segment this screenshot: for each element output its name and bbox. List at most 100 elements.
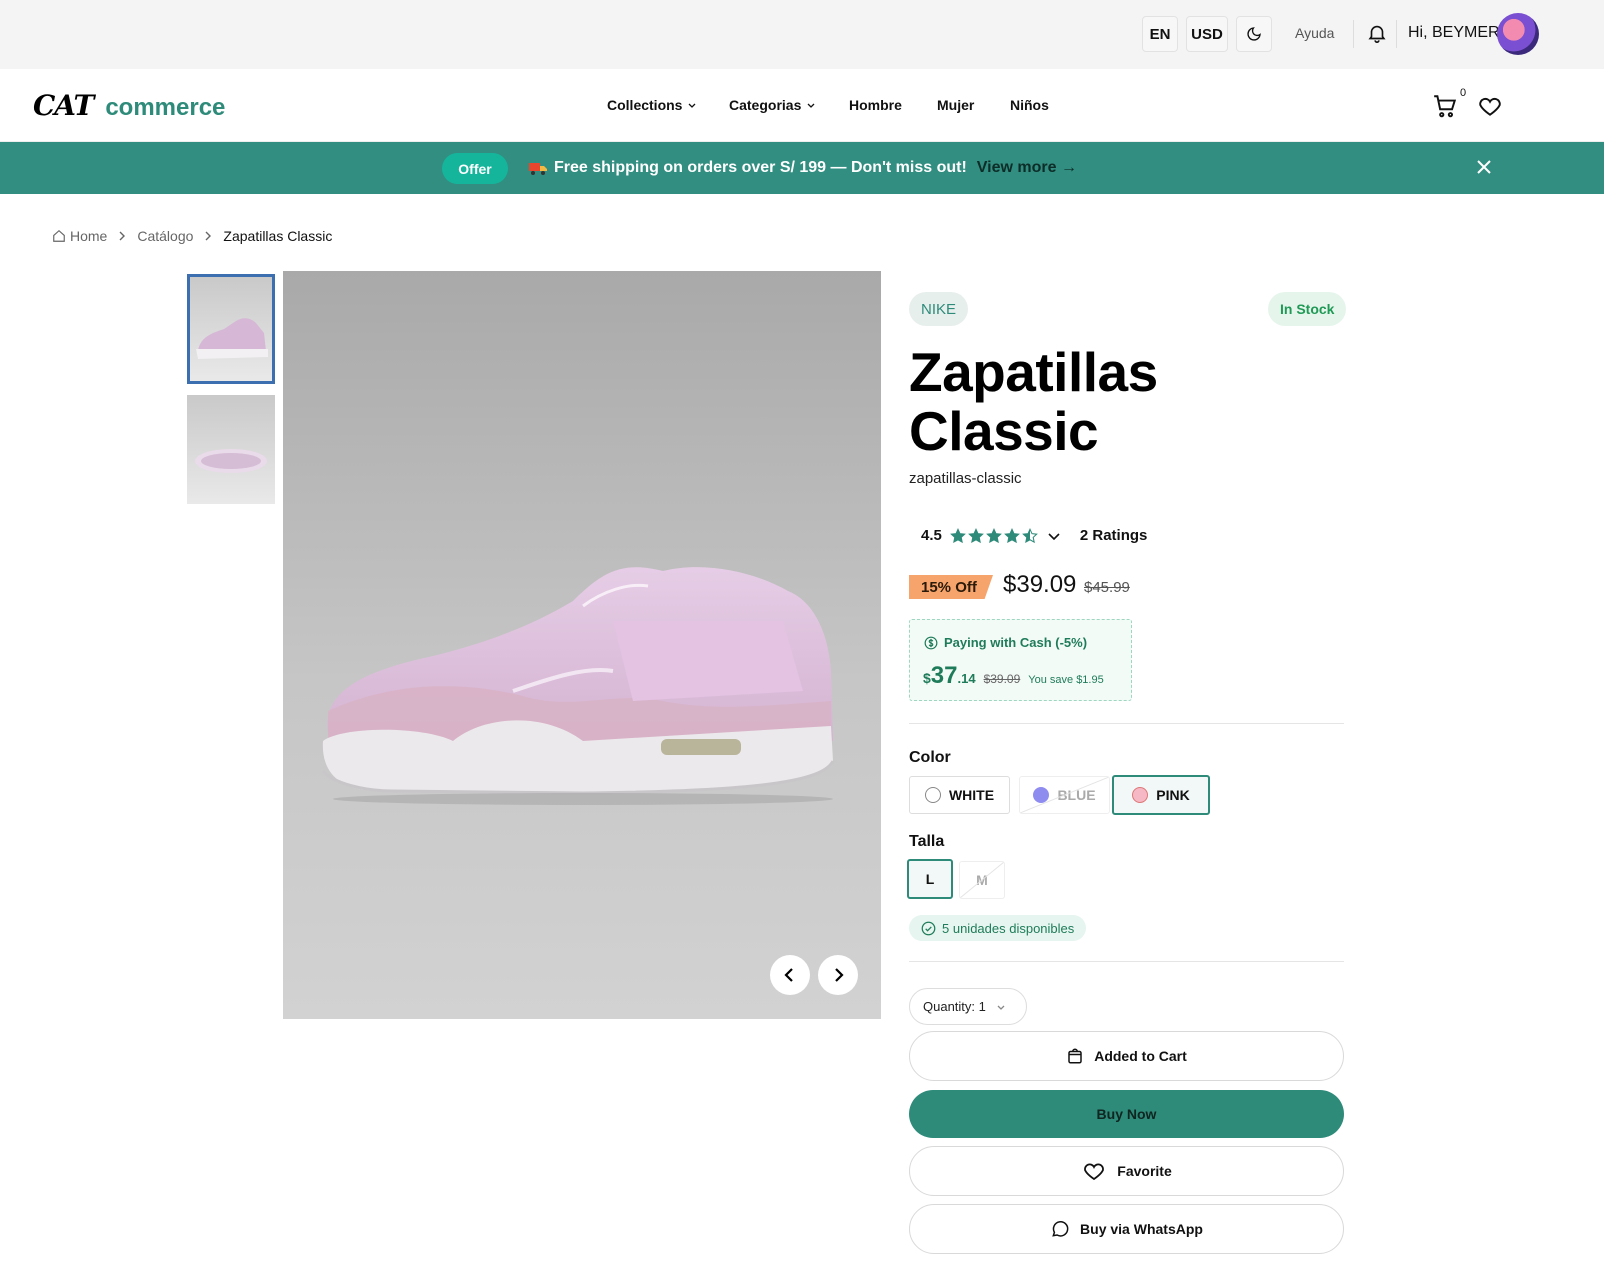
favorite-button[interactable]: Favorite bbox=[909, 1146, 1344, 1196]
main-product-image bbox=[283, 271, 881, 1019]
cart-count-badge: 0 bbox=[1460, 87, 1467, 99]
promo-banner: Offer Free shipping on orders over S/ 19… bbox=[0, 142, 1604, 194]
help-link[interactable]: Ayuda bbox=[1295, 25, 1334, 41]
chevron-down-icon[interactable] bbox=[1046, 528, 1062, 544]
breadcrumb-catalog[interactable]: Catálogo bbox=[137, 228, 193, 244]
breadcrumb: Home Catálogo Zapatillas Classic bbox=[52, 228, 332, 244]
cash-heading: Paying with Cash (-5%) bbox=[924, 635, 1087, 650]
quantity-value: Quantity: 1 bbox=[923, 999, 986, 1014]
star-icon bbox=[967, 527, 984, 543]
product-title: Zapatillas Classic bbox=[909, 341, 1158, 462]
user-greeting[interactable]: Hi, BEYMER bbox=[1408, 24, 1500, 42]
chevron-right-icon bbox=[205, 231, 212, 241]
whatsapp-button[interactable]: Buy via WhatsApp bbox=[909, 1204, 1344, 1254]
promo-view-more-link[interactable]: View more → bbox=[977, 159, 1077, 177]
nav-label: Mujer bbox=[937, 97, 975, 113]
avatar[interactable] bbox=[1497, 13, 1539, 55]
nav-label: Niños bbox=[1010, 97, 1049, 113]
color-option-label: WHITE bbox=[948, 787, 995, 803]
next-image-button[interactable] bbox=[818, 955, 858, 995]
star-icon bbox=[949, 527, 966, 543]
language-button[interactable]: EN bbox=[1142, 16, 1178, 52]
size-label: Talla bbox=[909, 833, 945, 850]
close-icon[interactable] bbox=[1474, 157, 1494, 177]
breadcrumb-home-label: Home bbox=[70, 228, 108, 244]
rating-stars bbox=[949, 527, 1038, 544]
size-option-label: M bbox=[976, 872, 988, 888]
buy-now-button[interactable]: Buy Now bbox=[909, 1090, 1344, 1138]
cash-heading-text: Paying with Cash (-5%) bbox=[944, 635, 1088, 650]
divider bbox=[1353, 20, 1354, 48]
cash-price: $ 37 .14 $39.09 You save $1.95 bbox=[923, 662, 1104, 690]
breadcrumb-current: Zapatillas Classic bbox=[223, 228, 333, 244]
chevron-down-icon bbox=[689, 103, 696, 108]
rating-value: 4.5 bbox=[921, 527, 942, 544]
star-icon bbox=[1003, 527, 1020, 543]
buy-now-label: Buy Now bbox=[1096, 1106, 1157, 1122]
color-swatch bbox=[924, 787, 941, 803]
cash-integer: 37 bbox=[930, 662, 958, 689]
breadcrumb-home[interactable]: Home bbox=[52, 228, 107, 244]
divider bbox=[1396, 20, 1397, 48]
offer-badge: Offer bbox=[442, 153, 508, 184]
arrow-right-icon bbox=[835, 968, 844, 982]
chat-icon bbox=[1052, 1221, 1069, 1237]
divider bbox=[909, 723, 1344, 724]
heart-icon bbox=[1084, 1163, 1105, 1181]
ratings-count[interactable]: 2 Ratings bbox=[1080, 527, 1148, 544]
cash-old-price: $39.09 bbox=[983, 672, 1021, 686]
color-option-white[interactable]: WHITE bbox=[909, 776, 1010, 814]
size-option-m[interactable]: M bbox=[959, 861, 1005, 899]
stock-badge: In Stock bbox=[1268, 292, 1347, 326]
truck-icon bbox=[529, 163, 547, 175]
logo[interactable]: CAT commerce bbox=[33, 89, 225, 123]
nav-label: Hombre bbox=[849, 97, 902, 113]
add-to-cart-button[interactable]: Added to Cart bbox=[909, 1031, 1344, 1081]
nav-label: Collections bbox=[607, 97, 683, 113]
quantity-select[interactable]: Quantity: 1 bbox=[909, 988, 1027, 1025]
heart-icon[interactable] bbox=[1477, 93, 1503, 119]
color-label: Color bbox=[909, 749, 951, 766]
cash-savings: You save $1.95 bbox=[1028, 674, 1104, 686]
color-swatch bbox=[1033, 787, 1050, 803]
nav-categorias[interactable]: Categorias bbox=[729, 97, 816, 113]
color-option-label: PINK bbox=[1156, 787, 1190, 803]
promo-message: Free shipping on orders over S/ 199 — Do… bbox=[528, 159, 1077, 177]
theme-moon-icon bbox=[1247, 27, 1261, 41]
shoe-thumbnail-image bbox=[196, 318, 268, 359]
star-icon bbox=[1021, 527, 1038, 543]
size-option-l[interactable]: L bbox=[907, 859, 953, 899]
brand-badge[interactable]: NIKE bbox=[909, 292, 969, 326]
nav-collections[interactable]: Collections bbox=[607, 97, 697, 113]
favorite-label: Favorite bbox=[1117, 1163, 1172, 1179]
availability-text: 5 unidades disponibles bbox=[942, 920, 1075, 936]
product-slug: zapatillas-classic bbox=[909, 470, 1022, 487]
whatsapp-label: Buy via WhatsApp bbox=[1080, 1221, 1203, 1237]
theme-toggle-button[interactable] bbox=[1236, 16, 1272, 52]
arrow-left-icon bbox=[784, 968, 793, 982]
size-option-label: L bbox=[925, 871, 935, 887]
bell-icon[interactable] bbox=[1366, 22, 1388, 44]
color-option-pink[interactable]: PINK bbox=[1112, 775, 1210, 815]
currency-button[interactable]: USD bbox=[1186, 16, 1228, 52]
chevron-right-icon bbox=[119, 231, 126, 241]
star-icon bbox=[985, 527, 1002, 543]
nav-mujer[interactable]: Mujer bbox=[937, 97, 974, 113]
cart-icon[interactable] bbox=[1432, 93, 1458, 119]
thumbnail-2[interactable] bbox=[187, 395, 275, 504]
nav-hombre[interactable]: Hombre bbox=[849, 97, 902, 113]
dollar-circle-icon bbox=[924, 636, 938, 649]
home-icon bbox=[53, 229, 65, 242]
old-price: $45.99 bbox=[1084, 579, 1130, 596]
prev-image-button[interactable] bbox=[770, 955, 810, 995]
cash-currency: $ bbox=[923, 670, 931, 686]
color-option-blue[interactable]: BLUE bbox=[1019, 776, 1110, 814]
discount-tag: 15% Off bbox=[909, 575, 993, 599]
nav-ninos[interactable]: Niños bbox=[1010, 97, 1049, 113]
thumbnail-1[interactable] bbox=[187, 274, 275, 384]
logo-text: commerce bbox=[105, 94, 226, 121]
current-price: $39.09 bbox=[1003, 571, 1077, 598]
shoe-image bbox=[321, 567, 835, 805]
shoe-sole-thumbnail-image bbox=[195, 449, 267, 473]
check-circle-icon bbox=[921, 921, 936, 935]
